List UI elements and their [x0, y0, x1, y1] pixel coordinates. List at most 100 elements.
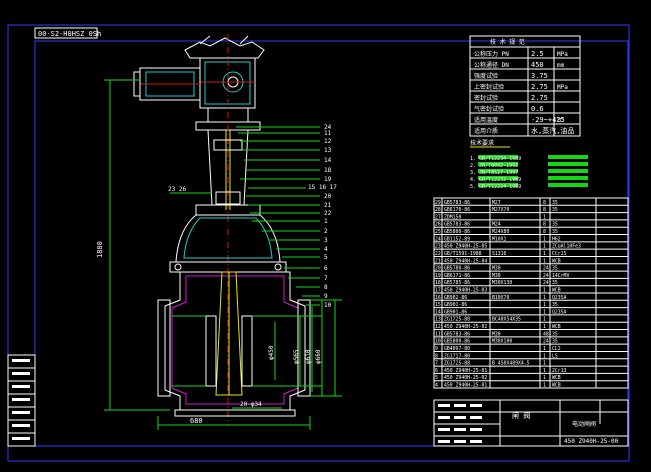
- bom-no: 26: [435, 222, 441, 228]
- tech-line-bar: [548, 169, 588, 173]
- bom-mat: Q235A: [552, 295, 567, 301]
- bom-no: 5: [435, 375, 438, 381]
- bom-qty: 1: [543, 383, 546, 389]
- bom-code: GB5785-86: [444, 280, 470, 286]
- bom-no: 16: [435, 295, 441, 301]
- tech-title: 技术要求: [470, 139, 494, 147]
- bom-qty: 1: [543, 251, 546, 257]
- bom-mat: 14CrMV: [552, 273, 569, 279]
- valve-drawing[interactable]: [133, 34, 311, 425]
- bom-qty: 8: [543, 229, 546, 235]
- balloon-label: 6: [324, 265, 328, 272]
- bom-no: 29: [435, 200, 441, 206]
- bom-mat: LS: [552, 353, 558, 359]
- bom-mat: WCB: [552, 375, 561, 381]
- bom-no: 28: [435, 207, 441, 213]
- bom-code: GB5800-86: [444, 229, 470, 235]
- bom-code: GB5800-86: [444, 339, 470, 345]
- balloon-label: 9: [324, 293, 328, 300]
- bom-no: 17: [435, 288, 441, 294]
- balloon-label: 4: [324, 246, 328, 253]
- bom-no: 9: [435, 346, 438, 352]
- bom-mat: WCB: [552, 383, 561, 389]
- dim-bolts: 20-φ34: [240, 401, 262, 408]
- bom-qty: 1: [543, 288, 546, 294]
- bom-mat: 35: [552, 280, 558, 286]
- bom-name: B 450X489X4.5: [492, 361, 530, 367]
- dim-d4: φ660: [315, 349, 322, 364]
- spec-row-label: 公称通径 DN: [474, 61, 509, 69]
- title-name-right: 电动闸阀: [572, 420, 596, 428]
- bom-no: 19: [435, 273, 441, 279]
- tech-lines: 1. GB/T12234-19892. JB/T8092-19923. JB/T…: [470, 155, 588, 190]
- bom-code: GB901-86: [444, 309, 467, 315]
- bom-qty: 8: [543, 222, 546, 228]
- bom-mat: 35: [552, 229, 558, 235]
- bom-name: M24X80: [492, 229, 509, 235]
- spec-row-value: 0.6: [531, 105, 544, 113]
- bom-rows: 29 GB5783-86 M27 8 3528 GB6170-86 M27X70 8 3527 Z…: [434, 200, 628, 389]
- spec-row-value: 2.5: [531, 50, 544, 58]
- bom-qty: 24: [543, 266, 549, 272]
- bom-mat: 35: [552, 302, 558, 308]
- bom-code: 450 Z940H-25-05: [444, 244, 487, 250]
- bom-code: 450 Z940H-25-02: [444, 375, 487, 381]
- balloon-label: 7: [324, 275, 328, 282]
- bom-name: M27: [492, 200, 501, 206]
- balloon-label: 1: [324, 218, 328, 225]
- balloon-label: 21: [324, 202, 332, 209]
- drawing-svg: 00-S2-H0HSZ 0Sh 1880 680 φ450 φ565 φ610 …: [7, 24, 630, 462]
- tech-requirements: 技术要求: [470, 139, 510, 148]
- cad-drawing-canvas[interactable]: 00-S2-H0HSZ 0Sh 1880 680 φ450 φ565 φ610 …: [0, 0, 651, 472]
- spec-title: 技 术 规 范: [490, 38, 525, 46]
- side-label-b: 15 16 17: [308, 184, 337, 191]
- balloon-label: 3: [324, 237, 328, 244]
- balloon-label: 14: [324, 157, 332, 164]
- bom-name: M30: [492, 266, 501, 272]
- spec-rows: 公称压力 PN 2.5 MPa 公称通径 DN 450 mm 强度试验 3.75 上密封试验 2.…: [470, 50, 580, 135]
- spec-row-value: 2.75: [531, 83, 548, 91]
- bom-mat: CL2: [552, 346, 561, 352]
- dim-bore: φ450: [268, 345, 275, 360]
- bom-code: GB/T1591-1988: [444, 251, 482, 257]
- bom-name: M30X100: [492, 339, 512, 345]
- bom-qty: 1: [543, 317, 546, 323]
- bom-no: 10: [435, 339, 441, 345]
- bom-code: GB5783-86: [444, 331, 470, 337]
- bom-code: 450 Z940H-25-02: [444, 324, 487, 330]
- bom-name: B10X70: [492, 295, 509, 301]
- bom-mat: 35: [552, 339, 558, 345]
- balloon-label: 11: [324, 130, 332, 137]
- balloon-label: 5: [324, 254, 328, 261]
- spec-row-label: 强度试验: [474, 72, 498, 80]
- title-block: 闸 阀 电动闸阀 450 Z940H-25-00: [433, 399, 629, 447]
- bom-qty: 1: [543, 309, 546, 315]
- bom-no: 11: [435, 331, 441, 337]
- bom-mat: 35: [552, 266, 558, 272]
- bom-mat: 35: [552, 331, 558, 337]
- spec-row-label: 适用介质: [474, 127, 498, 135]
- bom-qty: 8: [543, 207, 546, 213]
- spec-row-value: 水,蒸汽,油品: [531, 126, 574, 135]
- bom-mat: H62: [552, 236, 561, 242]
- tech-line: 1. GB/T12234-1989: [470, 156, 521, 162]
- bom-no: 12: [435, 324, 441, 330]
- bom-no: 24: [435, 236, 441, 242]
- spec-row-unit: ℃: [557, 117, 564, 124]
- balloon-label: 2: [324, 228, 328, 235]
- bom-qty: 1: [543, 258, 546, 264]
- bom-mat: CCr15: [552, 251, 567, 257]
- bom-name: M30: [492, 273, 501, 279]
- dim-height: 1880: [96, 241, 104, 258]
- balloon-label: 13: [324, 147, 332, 154]
- bom-name: M27X70: [492, 207, 509, 213]
- bom-no: 27: [435, 214, 441, 220]
- bom-no: 22: [435, 251, 441, 257]
- tech-line: 2. JB/T8092-1992: [470, 163, 518, 169]
- bom-code: GB901-86: [444, 302, 467, 308]
- bom-qty: 1: [543, 368, 546, 374]
- bom-no: 18: [435, 280, 441, 286]
- spec-row-label: 气密封试验: [474, 105, 504, 113]
- spec-row-label: 公称压力 PN: [474, 50, 509, 58]
- stamp-text: 00-S2-H0HSZ 0Sh: [38, 30, 101, 38]
